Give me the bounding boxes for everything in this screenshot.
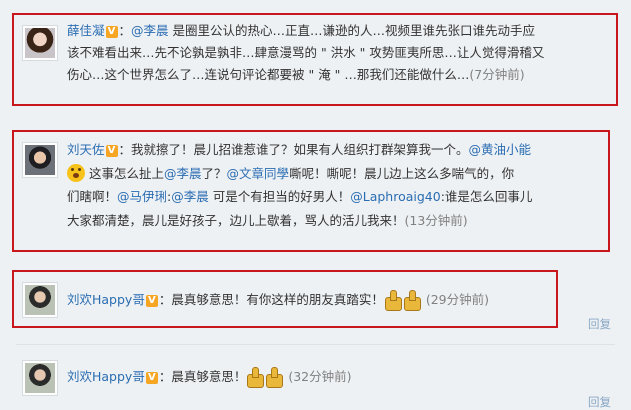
timestamp: (32分钟前) bbox=[288, 369, 352, 384]
user-name-link[interactable]: 刘欢Happy哥 bbox=[67, 292, 145, 307]
user-name-link[interactable]: 薛佳凝 bbox=[67, 23, 105, 38]
verified-icon: V bbox=[145, 372, 158, 384]
comment-text: 刘欢Happy哥 V ：晨真够意思！有你这样的朋友真踏实！ (29分钟前) bbox=[67, 289, 489, 311]
user-name-link[interactable]: 刘天佐 bbox=[67, 142, 105, 157]
thumbs-up-icon bbox=[403, 289, 422, 311]
timestamp: (7分钟前) bbox=[469, 67, 525, 82]
mention-link[interactable]: @马伊琍 bbox=[117, 189, 167, 204]
comment-text: 刘欢Happy哥 V ：晨真够意思！ (32分钟前) bbox=[67, 366, 352, 388]
divider bbox=[16, 344, 615, 345]
mention-link[interactable]: @李晨 bbox=[164, 166, 202, 181]
mention-link[interactable]: @文章同學 bbox=[227, 166, 290, 181]
avatar[interactable] bbox=[22, 142, 58, 178]
avatar[interactable] bbox=[22, 282, 58, 318]
comment-4: 刘欢Happy哥 V ：晨真够意思！ (32分钟前) 回复 bbox=[0, 346, 631, 409]
thumbs-up-icon bbox=[265, 366, 284, 388]
comment-1: 薛佳凝 V ：@李晨 是圈里公认的热心…正直…谦逊的人…视频里谁先张口谁先动手应 该… bbox=[0, 0, 631, 120]
thumbs-up-icon bbox=[246, 366, 265, 388]
verified-icon: V bbox=[145, 295, 158, 307]
mention-link[interactable]: @Laphroaig40 bbox=[350, 189, 440, 204]
comment-3: 刘欢Happy哥 V ：晨真够意思！有你这样的朋友真踏实！ (29分钟前) 回复 bbox=[0, 260, 631, 340]
comment-text: 薛佳凝 V ：@李晨 是圈里公认的热心…正直…谦逊的人…视频里谁先张口谁先动手应 该… bbox=[67, 23, 545, 82]
timestamp: (13分钟前) bbox=[404, 212, 468, 228]
reply-link[interactable]: 回复 bbox=[588, 316, 611, 332]
timestamp: (29分钟前) bbox=[425, 292, 489, 307]
mention-link[interactable]: @黄油小能 bbox=[469, 142, 532, 157]
mention-link[interactable]: @李晨 bbox=[171, 189, 209, 204]
avatar[interactable] bbox=[22, 360, 58, 396]
verified-icon: V bbox=[105, 26, 118, 38]
verified-icon: V bbox=[105, 145, 118, 157]
comment-text: 刘天佐 V ：我就擦了！晨儿招谁惹谁了？如果有人组织打群架算我一个。@黄油小能 这事… bbox=[67, 142, 533, 228]
user-name-link[interactable]: 刘欢Happy哥 bbox=[67, 369, 145, 384]
thumbs-up-icon bbox=[384, 289, 403, 311]
comment-2: 刘天佐 V ：我就擦了！晨儿招谁惹谁了？如果有人组织打群架算我一个。@黄油小能 这事… bbox=[0, 120, 631, 260]
surprised-emoji-icon bbox=[67, 163, 85, 182]
mention-link[interactable]: @李晨 bbox=[131, 23, 169, 38]
avatar[interactable] bbox=[22, 25, 58, 61]
